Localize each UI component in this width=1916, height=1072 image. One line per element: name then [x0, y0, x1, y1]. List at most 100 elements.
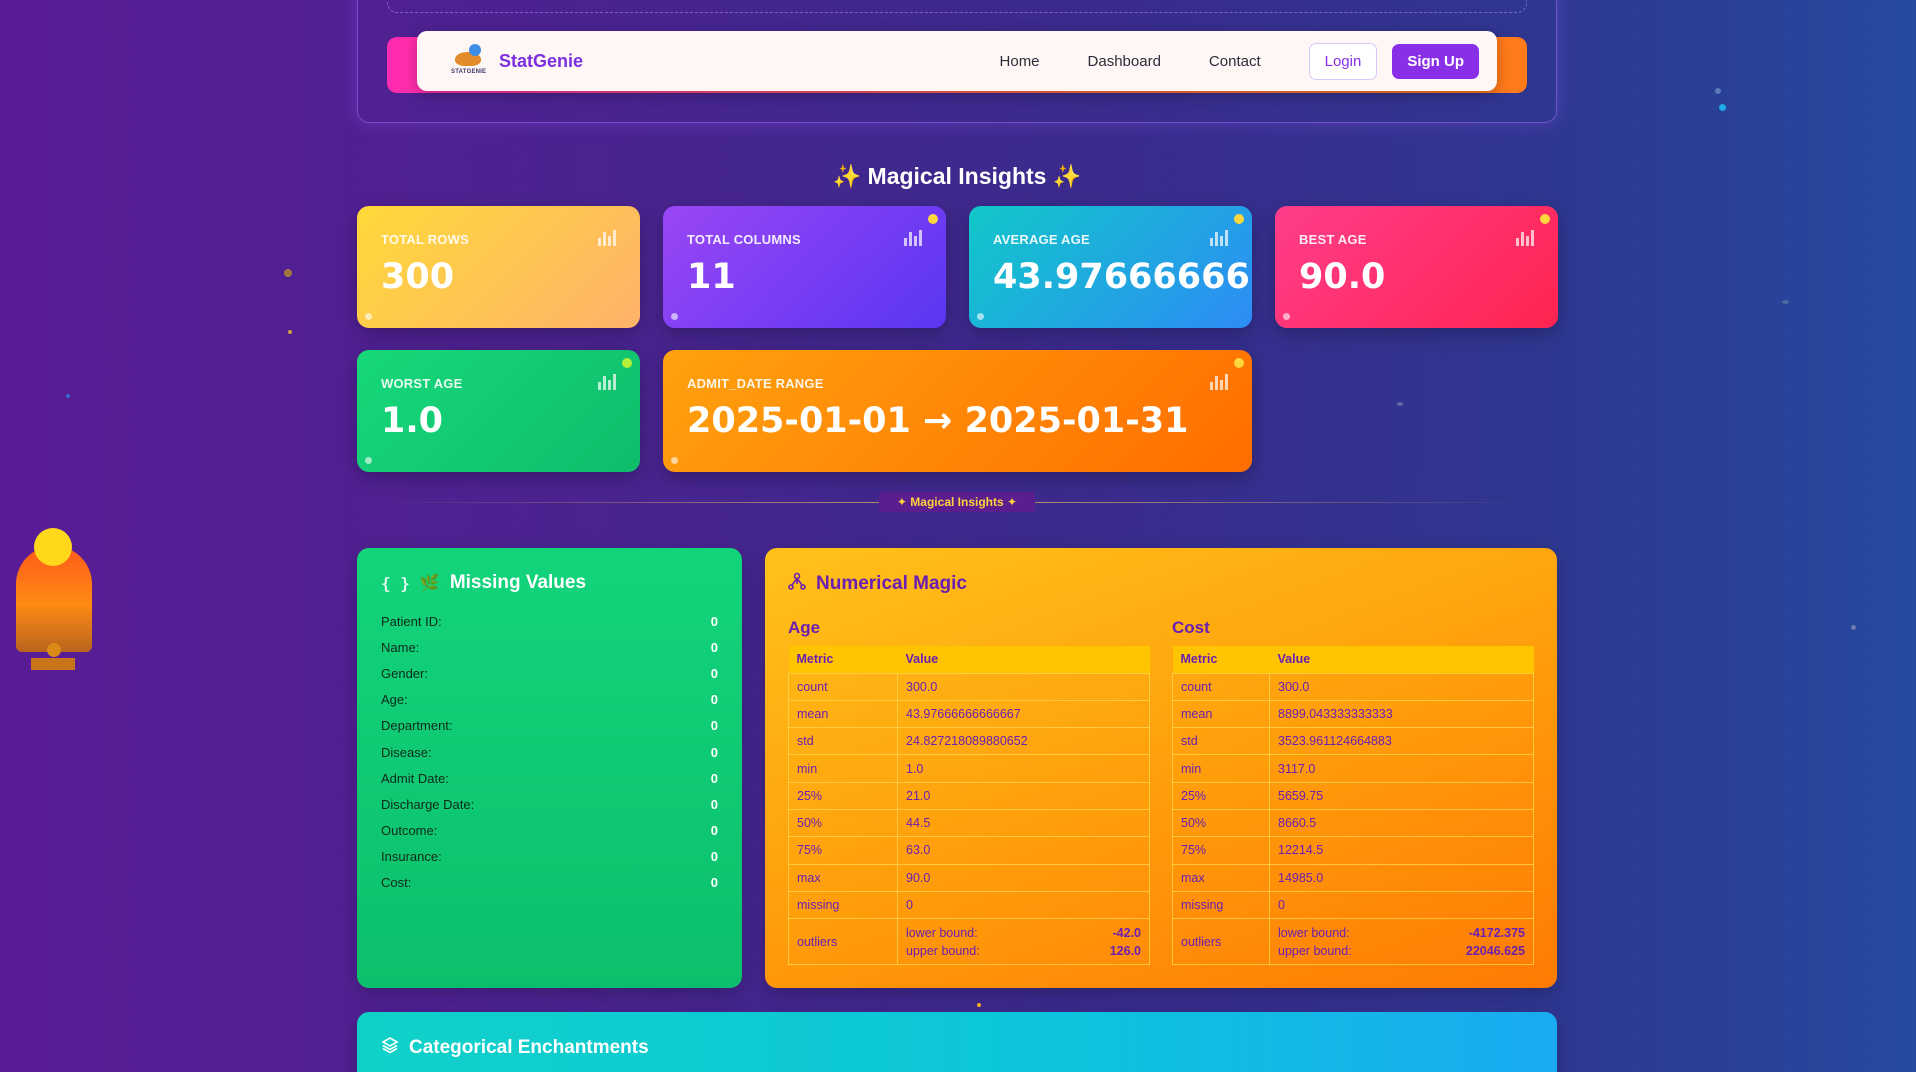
sparkle-dot [1540, 214, 1550, 224]
sparkle-dot [928, 214, 938, 224]
list-item: Gender: 0 [381, 665, 718, 681]
genie-lamp-decoration [16, 526, 92, 676]
list-item: Disease: 0 [381, 744, 718, 760]
age-stats-table: Metric Value count 300.0 mean 43.9766666666… [788, 646, 1150, 966]
header-dashed-border [387, 0, 1527, 13]
stat-card-label: admit_date Range [687, 376, 824, 391]
table-row: mean 8899.043333333333 [1172, 699, 1534, 729]
table-row: 75% 12214.5 [1172, 836, 1534, 865]
table-row: outliers lower bound: -42.0 upper bound: 1… [788, 918, 1150, 966]
leaf-icon: 🌿 [419, 575, 440, 592]
column-heading: Age [788, 618, 821, 637]
missing-values-title: { } 🌿 Missing Values [381, 572, 587, 593]
table-header-row: Metric Value [788, 646, 1150, 673]
sparkle-dot [365, 457, 372, 464]
bar-chart-icon [1516, 230, 1534, 246]
network-icon [788, 572, 806, 596]
sparkle-dot [66, 394, 70, 398]
table-row: min 1.0 [788, 754, 1150, 783]
list-item: Admit Date: 0 [381, 770, 718, 786]
age-stats: Age Metric Value count 300.0 mean 43.976666… [788, 596, 1150, 966]
list-item: Outcome: 0 [381, 823, 718, 839]
table-row: max 14985.0 [1172, 863, 1534, 892]
bar-chart-icon [1210, 374, 1228, 390]
stat-tables: Age Metric Value count 300.0 mean 43.976666… [788, 596, 1534, 966]
layers-icon [381, 1036, 399, 1060]
sparkle-dot [977, 1003, 981, 1007]
categorical-panel: Categorical Enchantments [357, 1012, 1557, 1072]
brand-name[interactable]: StatGenie [499, 51, 583, 72]
table-row: std 3523.961124664883 [1172, 727, 1534, 756]
bar-chart-icon [1210, 230, 1228, 246]
stat-card-average-age: Average Age 43.97666666666667 [969, 206, 1252, 328]
stat-card-value: 2025-01-01 → 2025-01-31 [687, 401, 1189, 441]
stat-card-label: Average Age [993, 232, 1090, 247]
sparkle-dot [1234, 214, 1244, 224]
table-row: missing 0 [788, 890, 1150, 920]
list-item: Patient ID: 0 [381, 613, 718, 629]
stat-card-label: Best Age [1299, 232, 1367, 247]
numerical-magic-title: Numerical Magic [788, 572, 1534, 596]
stat-card-best-age: Best Age 90.0 [1275, 206, 1558, 328]
nav-contact-link[interactable]: Contact [1209, 53, 1261, 70]
sparkle-dot [671, 313, 678, 320]
stat-card-value: 1.0 [381, 401, 444, 441]
insights-title: ✨ Magical Insights ✨ [832, 163, 1082, 189]
sparkle-dot [1851, 625, 1856, 630]
signup-button[interactable]: Sign Up [1392, 43, 1479, 79]
table-row: 50% 8660.5 [1172, 808, 1534, 838]
list-item: Age: 0 [381, 692, 718, 708]
login-button[interactable]: Login [1308, 42, 1378, 80]
missing-values-panel: { } 🌿 Missing Values Patient ID: 0 Name: 0… [357, 548, 742, 988]
list-item: Department: 0 [381, 718, 718, 734]
divider-label: ✦ Magical Insights ✦ [879, 492, 1035, 512]
list-item: Discharge Date: 0 [381, 796, 718, 812]
sparkle-dot [288, 330, 292, 334]
list-item: Cost: 0 [381, 875, 718, 891]
sparkle-dot [1715, 88, 1721, 94]
sparkle-icon: ✨ [1052, 163, 1082, 189]
list-item: Name: 0 [381, 639, 718, 655]
table-row: std 24.827218089880652 [788, 727, 1150, 756]
bar-chart-icon [598, 374, 616, 390]
bar-chart-icon [904, 230, 922, 246]
sparkle-dot [1719, 104, 1726, 111]
sparkle-dot [1397, 402, 1403, 406]
nav-links: Home Dashboard Contact Login Sign Up [1000, 42, 1479, 80]
table-row: 50% 44.5 [788, 808, 1150, 838]
list-item: Insurance: 0 [381, 849, 718, 865]
table-row: outliers lower bound: -4172.375 upper bou… [1172, 918, 1534, 966]
stat-card-worst-age: Worst Age 1.0 [357, 350, 640, 472]
table-row: 75% 63.0 [788, 836, 1150, 865]
table-row: count 300.0 [1172, 672, 1534, 701]
stat-card-total-rows: Total Rows 300 [357, 206, 640, 328]
cost-stats-table: Metric Value count 300.0 mean 8899.04333333… [1172, 646, 1534, 966]
sparkle-dot [977, 313, 984, 320]
sparkle-dot [284, 269, 292, 277]
stat-card-value: 90.0 [1299, 257, 1386, 297]
bar-chart-icon [598, 230, 616, 246]
table-row: min 3117.0 [1172, 754, 1534, 783]
sparkle-dot [671, 457, 678, 464]
stat-card-value: 11 [687, 257, 736, 297]
stat-card-value: 43.97666666666667 [993, 257, 1252, 297]
sparkle-dot [1283, 313, 1290, 320]
nav-dashboard-link[interactable]: Dashboard [1088, 53, 1161, 70]
stat-card-label: Total Rows [381, 232, 469, 247]
table-row: mean 43.97666666666667 [788, 699, 1150, 729]
stat-card-value: 300 [381, 257, 455, 297]
logo-icon[interactable]: STATGENIE [451, 44, 487, 78]
sparkle-dot [1234, 358, 1244, 368]
stat-card-date-range: admit_date Range 2025-01-01 → 2025-01-31 [663, 350, 1252, 472]
sparkle-dot [622, 358, 632, 368]
sparkle-icon: ✨ [832, 163, 862, 189]
nav-home-link[interactable]: Home [1000, 53, 1040, 70]
table-header-row: Metric Value [1172, 646, 1534, 673]
table-row: max 90.0 [788, 863, 1150, 892]
sparkle-dot [365, 313, 372, 320]
cost-stats: Cost Metric Value count 300.0 mean 8899.043… [1172, 596, 1534, 966]
categorical-title: Categorical Enchantments [381, 1036, 1533, 1060]
table-row: count 300.0 [788, 672, 1150, 701]
stat-card-label: Total Columns [687, 232, 801, 247]
stat-card-total-columns: Total Columns 11 [663, 206, 946, 328]
